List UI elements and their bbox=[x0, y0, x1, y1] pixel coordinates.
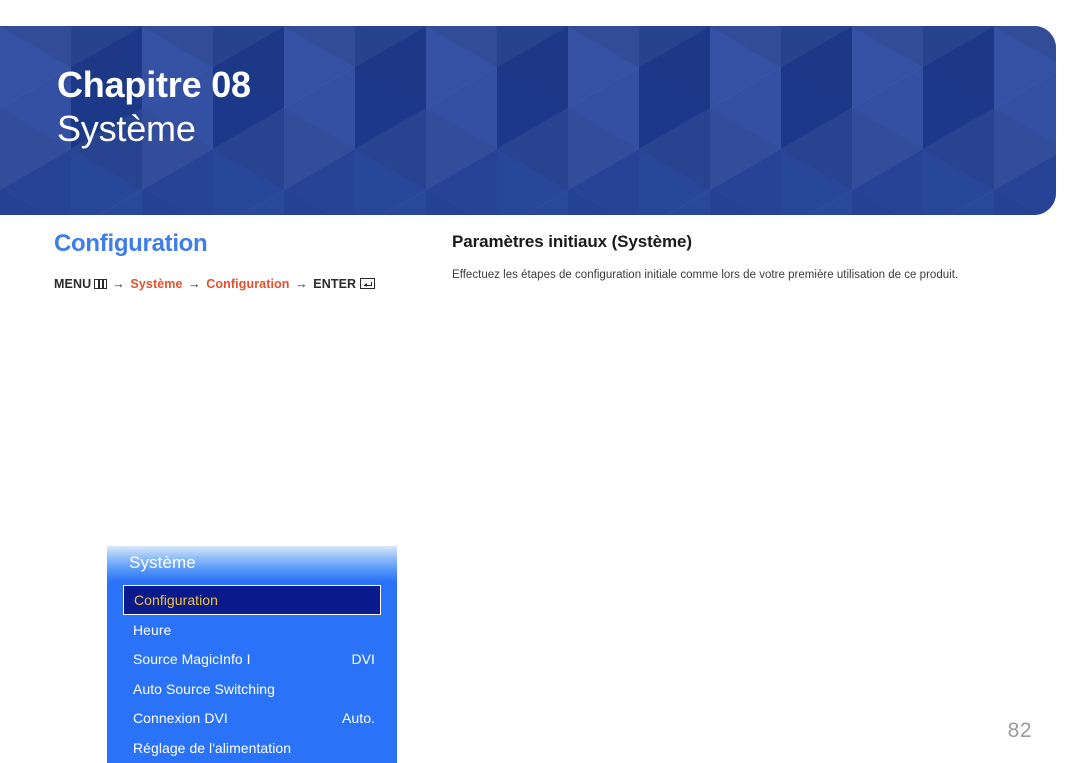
osd-row-label: Auto Source Switching bbox=[133, 680, 275, 697]
menu-path-step-configuration: Configuration bbox=[206, 277, 290, 292]
menu-path-arrow-1: → bbox=[112, 277, 125, 292]
subsection-heading: Paramètres initiaux (Système) bbox=[452, 232, 692, 251]
osd-row-reglage-de-lalimentation[interactable]: Réglage de l'alimentation bbox=[107, 733, 397, 763]
menu-path-breadcrumb: MENU → Système → Configuration → ENTER bbox=[54, 277, 414, 291]
menu-path-arrow-2: → bbox=[188, 277, 201, 292]
osd-menu-list: Configuration Heure Source MagicInfo I D… bbox=[107, 585, 397, 763]
menu-path-step-systeme: Système bbox=[130, 277, 183, 292]
osd-row-label: Configuration bbox=[134, 592, 218, 608]
osd-row-auto-source-switching[interactable]: Auto Source Switching bbox=[107, 674, 397, 704]
chapter-banner: Chapitre 08 Système bbox=[0, 26, 1056, 215]
menu-path-prefix: MENU bbox=[54, 277, 92, 292]
menu-path-suffix-enter: ENTER bbox=[313, 277, 357, 292]
osd-title: Système bbox=[129, 553, 196, 572]
osd-row-configuration[interactable]: Configuration bbox=[123, 585, 381, 615]
menu-bars-icon bbox=[94, 279, 108, 290]
osd-row-label: Réglage de l'alimentation bbox=[133, 739, 292, 756]
enter-key-icon bbox=[360, 278, 376, 290]
osd-row-connexion-dvi[interactable]: Connexion DVI Auto. bbox=[107, 704, 397, 734]
osd-row-value: DVI bbox=[351, 651, 375, 668]
section-heading: Configuration bbox=[54, 230, 208, 257]
chapter-label: Chapitre 08 bbox=[57, 64, 251, 105]
chapter-title: Système bbox=[57, 108, 196, 150]
page-number: 82 bbox=[1007, 719, 1032, 742]
subsection-description: Effectuez les étapes de configuration in… bbox=[452, 269, 959, 282]
osd-row-label: Heure bbox=[133, 621, 172, 638]
osd-row-source-magicinfo-i[interactable]: Source MagicInfo I DVI bbox=[107, 645, 397, 675]
osd-row-heure[interactable]: Heure bbox=[107, 615, 397, 645]
right-column: Paramètres initiaux (Système) Effectuez … bbox=[452, 232, 1022, 284]
osd-row-label: Connexion DVI bbox=[133, 710, 228, 727]
osd-menu-panel: Système Configuration Heure Source Magic… bbox=[107, 546, 397, 763]
osd-row-label: Source MagicInfo I bbox=[133, 651, 251, 668]
osd-row-value: Auto. bbox=[342, 710, 375, 727]
page-root: Chapitre 08 Système Configuration MENU → … bbox=[0, 0, 1080, 763]
banner-text-block: Chapitre 08 Système bbox=[57, 64, 251, 151]
menu-path-arrow-3: → bbox=[295, 277, 308, 292]
left-column: Configuration MENU → Système → Configurat… bbox=[54, 230, 414, 763]
